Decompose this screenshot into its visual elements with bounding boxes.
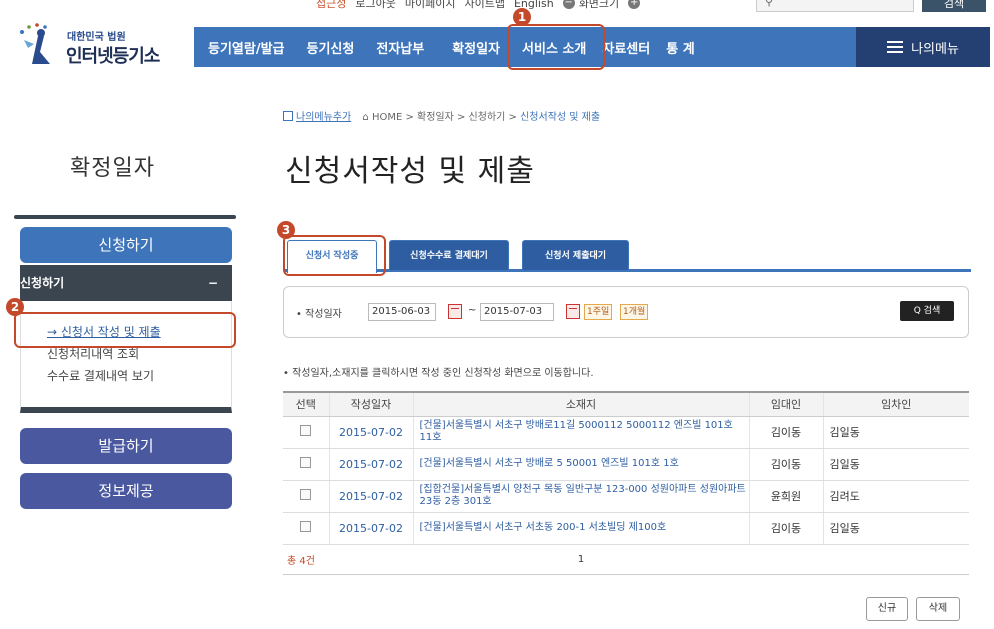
nav-item-statistics[interactable]: 통 계 xyxy=(658,38,702,57)
total-count: 총 4건 xyxy=(283,544,413,575)
court-emblem-icon xyxy=(20,23,50,64)
nav-item-registry-view[interactable]: 등기열람/발급 xyxy=(200,38,293,57)
font-larger-icon[interactable]: + xyxy=(628,0,641,9)
tab-fee-payment[interactable]: 신청수수료 결제대기 xyxy=(389,240,509,270)
font-smaller-icon[interactable]: − xyxy=(562,0,575,9)
row-landlord: 윤희원 xyxy=(748,480,823,513)
one-week-button[interactable]: 1주일 xyxy=(584,304,613,320)
row-landlord: 김이동 xyxy=(748,416,823,449)
page-title: 신청서작성 및 제출 xyxy=(285,154,535,189)
row-date[interactable]: 2015-07-02 xyxy=(328,480,413,513)
add-my-menu-link[interactable]: 나의메뉴추가 xyxy=(296,112,351,123)
logout-link[interactable]: 로그아웃 xyxy=(355,0,395,11)
highlight-box-2 xyxy=(14,312,236,348)
step-badge-3: 3 xyxy=(277,221,295,239)
step-badge-2: 2 xyxy=(6,298,24,316)
one-month-button[interactable]: 1개월 xyxy=(620,304,649,320)
home-icon: ⌂ xyxy=(362,112,369,123)
date-from-input[interactable]: 2015-06-03 xyxy=(368,303,436,321)
application-table: 선택 작성일자 소재지 임대인 임차인 2015-07-02 [건물]서울특별시… xyxy=(283,391,969,575)
table-row: 2015-07-02 [집합건물]서울특별시 양천구 목동 일반구분 123-0… xyxy=(283,480,969,513)
my-menu-button[interactable]: 나의메뉴 xyxy=(856,27,990,67)
logo-line1: 대한민국 법원 xyxy=(67,32,126,43)
col-landlord: 임대인 xyxy=(748,391,823,417)
tab-bar: 신청서 작성중 신청수수료 결제대기 신청서 제출대기 xyxy=(285,240,971,273)
row-address[interactable]: [건물]서울특별시 서초구 방배로 5 50001 엔즈빌 101호 1호 xyxy=(412,448,749,481)
tab-submit-pending[interactable]: 신청서 제출대기 xyxy=(522,240,629,270)
pagination-current[interactable]: 1 xyxy=(413,544,749,575)
table-row: 2015-07-02 [건물]서울특별시 서초구 방배로11길 5000112 … xyxy=(283,416,969,449)
sidebar-subheader-label: 신청하기 xyxy=(20,276,65,290)
sidebar-title: 확정일자 xyxy=(70,156,155,181)
table-footer: 총 4건 1 xyxy=(283,544,969,575)
sidebar-info-button[interactable]: 정보제공 xyxy=(20,473,232,509)
search-button[interactable]: Q 검색 xyxy=(900,301,954,321)
row-address[interactable]: [건물]서울특별시 서초구 방배로11길 5000112 5000112 엔즈빌… xyxy=(412,416,749,449)
row-tenant: 김일동 xyxy=(822,416,969,449)
row-date[interactable]: 2015-07-02 xyxy=(328,448,413,481)
my-menu-label: 나의메뉴 xyxy=(911,41,959,57)
col-select: 선택 xyxy=(283,391,329,417)
date-filter-panel: • 작성일자 2015-06-03 ~ 2015-07-03 1주일 1개월 Q… xyxy=(283,286,969,338)
delete-button[interactable]: 삭제 xyxy=(916,597,960,621)
sitemap-link[interactable]: 사이트맵 xyxy=(464,0,504,11)
new-button[interactable]: 신규 xyxy=(866,597,908,621)
date-to-input[interactable]: 2015-07-03 xyxy=(480,303,554,321)
sidebar-issue-button[interactable]: 발급하기 xyxy=(20,428,232,464)
row-tenant: 김일동 xyxy=(822,448,969,481)
date-label: • 작성일자 xyxy=(296,309,342,320)
row-address[interactable]: [집합건물]서울특별시 양천구 목동 일반구분 123-000 성원아파트 성원… xyxy=(412,480,749,513)
search-input[interactable]: ⚲ xyxy=(756,0,914,12)
row-date[interactable]: 2015-07-02 xyxy=(328,416,413,449)
search-icon: ⚲ xyxy=(765,0,774,8)
collapse-icon[interactable]: − xyxy=(208,265,218,301)
nav-item-fixed-date[interactable]: 확정일자 xyxy=(444,38,508,57)
row-checkbox[interactable] xyxy=(300,521,312,532)
nav-item-registry-apply[interactable]: 등기신청 xyxy=(299,38,363,57)
row-landlord: 김이동 xyxy=(748,448,823,481)
row-checkbox[interactable] xyxy=(300,457,312,468)
site-logo[interactable]: 대한민국 법원 인터넷등기소 xyxy=(14,22,194,68)
mypage-link[interactable]: 마이페이지 xyxy=(405,0,456,11)
table-row: 2015-07-02 [건물]서울특별시 서초구 방배로 5 50001 엔즈빌… xyxy=(283,448,969,481)
hamburger-icon xyxy=(887,41,904,53)
sidebar-topline xyxy=(14,215,236,219)
logo-line2: 인터넷등기소 xyxy=(66,46,160,67)
date-separator: ~ xyxy=(468,305,477,316)
highlight-box-1 xyxy=(507,24,605,70)
nav-item-e-payment[interactable]: 전자납부 xyxy=(368,38,432,57)
col-date: 작성일자 xyxy=(328,391,413,417)
table-row: 2015-07-02 [건물]서울특별시 서초구 서초동 200-1 서초빌딩 … xyxy=(283,512,969,545)
highlight-box-3 xyxy=(283,235,386,276)
row-tenant: 김려도 xyxy=(822,480,969,513)
utility-bar: 접근성 로그아웃 마이페이지 사이트맵 English − 화면크기 + xyxy=(316,0,644,12)
checkbox-icon xyxy=(283,111,293,121)
row-tenant: 김일동 xyxy=(822,512,969,545)
row-date[interactable]: 2015-07-02 xyxy=(328,512,413,545)
guide-note: • 작성일자,소재지를 클릭하시면 작성 중인 신청작성 화면으로 이동합니다. xyxy=(283,368,594,379)
search-button[interactable]: 검색 xyxy=(922,0,986,12)
row-address[interactable]: [건물]서울특별시 서초구 서초동 200-1 서초빌딩 제100호 xyxy=(412,512,749,545)
sidebar-item-fee-history[interactable]: 수수료 결제내역 보기 xyxy=(47,367,154,384)
font-size-label: 화면크기 xyxy=(578,0,620,10)
row-landlord: 김이동 xyxy=(748,512,823,545)
sidebar-subheader[interactable]: 신청하기 − xyxy=(20,265,232,301)
calendar-icon[interactable] xyxy=(448,304,462,319)
step-badge-1: 1 xyxy=(513,8,531,26)
row-checkbox[interactable] xyxy=(300,425,312,436)
breadcrumb-current: 신청서작성 및 제출 xyxy=(520,112,601,123)
col-address: 소재지 xyxy=(412,391,749,417)
breadcrumb-path: HOME > 확정일자 > 신청하기 > xyxy=(371,112,521,123)
accessibility-link[interactable]: 접근성 xyxy=(316,0,346,11)
col-tenant: 임차인 xyxy=(822,391,969,417)
breadcrumb: 나의메뉴추가 ⌂ HOME > 확정일자 > 신청하기 > 신청서작성 및 제출 xyxy=(283,108,600,123)
row-checkbox[interactable] xyxy=(300,489,312,500)
sidebar-apply-button[interactable]: 신청하기 xyxy=(20,227,232,263)
calendar-icon[interactable] xyxy=(566,304,580,319)
